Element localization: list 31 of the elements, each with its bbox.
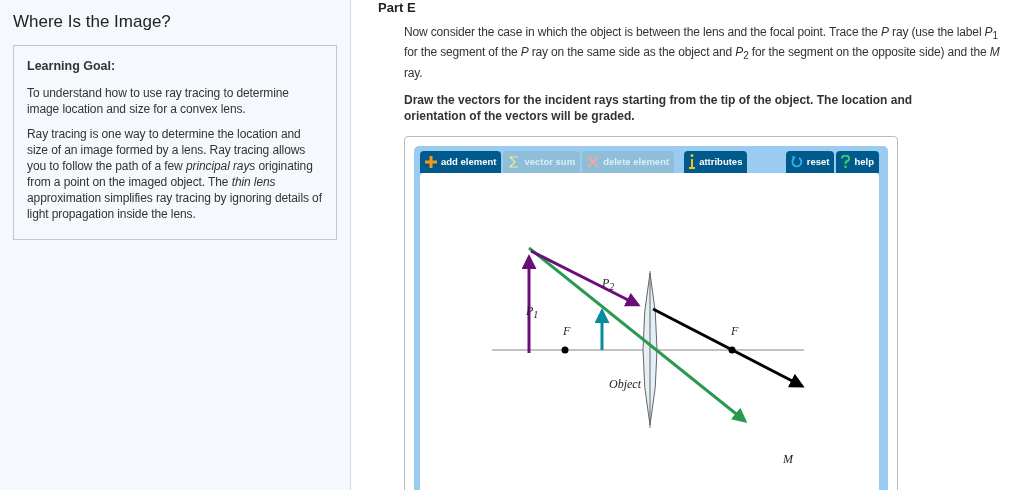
instructions: Now consider the case in which the object is between the lens and the focal point. Trace the P ray (use the label P$_{1}$ for the segment of the P ray on the same side as the object and P$_{2}$ for the segment on the opposite side) and the M ray. <box>404 24 1001 81</box>
help-button[interactable]: help <box>836 150 879 173</box>
reset-icon <box>790 155 803 168</box>
diagram-label: P$_{1}$ <box>526 303 539 318</box>
part-title: Part E <box>378 0 417 15</box>
diagram-label: M <box>783 451 793 466</box>
refracted-ray-arrow[interactable] <box>652 307 805 388</box>
p-ray-arrow[interactable] <box>530 249 641 307</box>
diagram-label: Object <box>609 376 641 391</box>
diagram-label: F <box>731 323 739 338</box>
object-arrow[interactable] <box>521 253 537 353</box>
x-icon <box>587 155 600 168</box>
paragraph: To understand how to use ray tracing to determine image location and size for a convex lens. <box>27 85 290 117</box>
learning-goal-heading: Learning Goal: <box>27 59 117 73</box>
diagram-label: F <box>563 323 571 338</box>
add-element-button[interactable]: add element <box>420 150 502 173</box>
focal-point <box>561 346 569 354</box>
page-title: Where Is the Image? <box>13 12 172 32</box>
m-ray-arrow[interactable] <box>528 246 748 423</box>
drawing-canvas[interactable]: P$_{1}$ P$_{2}$ F F Object M <box>420 172 879 490</box>
sigma-icon <box>508 155 521 168</box>
reset-button[interactable]: reset <box>785 150 835 173</box>
plus-icon <box>425 155 437 168</box>
paragraph: Ray tracing is one way to determine the location and size of an image formed by a lens. Ray tracing allows you to follow the path of a few principal rays originating from a point on the imaged object. The thin lens approximation simplifies ray tracing by ignoring details of light propagation inside the lens. <box>27 126 322 222</box>
task-text: Draw the vectors for the incident rays starting from the tip of the object. The location and orientation of the vectors will be graded. <box>404 91 914 124</box>
focal-point <box>728 346 736 354</box>
image-arrow[interactable] <box>594 307 610 350</box>
diagram-label: P$_{2}$ <box>602 275 615 290</box>
info-icon <box>689 154 696 170</box>
attributes-button[interactable]: attributes <box>684 150 748 173</box>
help-icon <box>841 155 851 169</box>
